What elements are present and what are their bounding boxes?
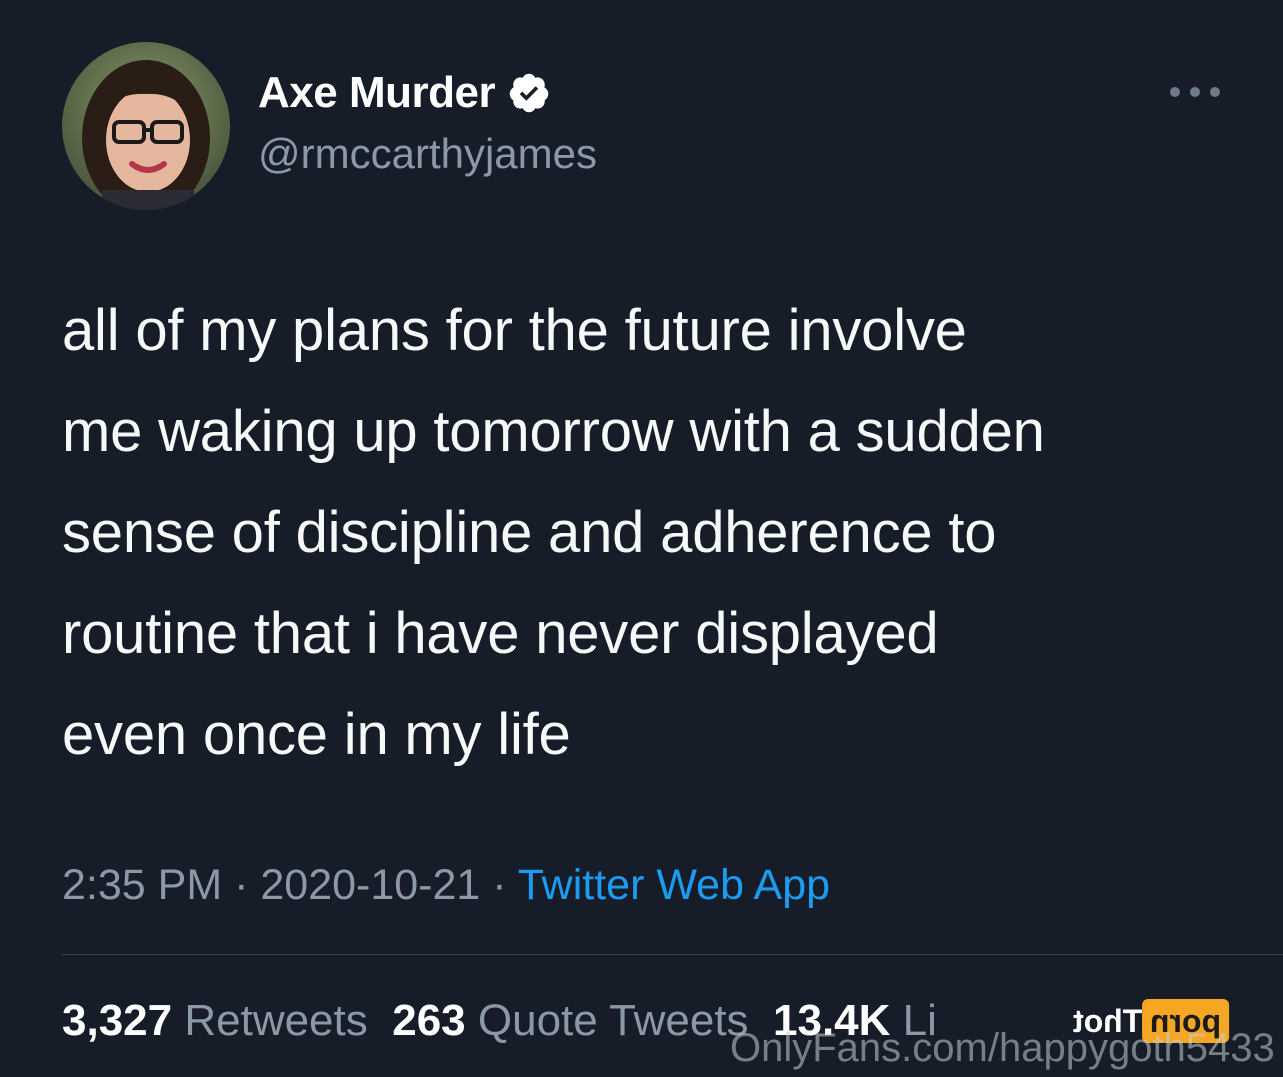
display-name-text: Axe Murder: [258, 68, 496, 117]
more-dot: [1190, 87, 1200, 97]
retweets-label: Retweets: [184, 996, 368, 1045]
more-dot: [1170, 87, 1180, 97]
retweets-count: 3,327: [62, 996, 173, 1045]
tweet-card: Axe Murder @rmccarthyjames all of my pla…: [0, 0, 1283, 1077]
quote-tweets-label: Quote Tweets: [477, 996, 749, 1045]
tweet-text: all of my plans for the future involve m…: [62, 298, 1045, 767]
avatar-image: [62, 42, 230, 210]
more-options-icon[interactable]: [1170, 80, 1220, 104]
avatar[interactable]: [62, 42, 230, 210]
tweet-source-link[interactable]: Twitter Web App: [518, 861, 830, 909]
meta-separator: ·: [222, 861, 261, 909]
tweet-metadata: 2:35 PM · 2020-10-21 · Twitter Web App: [62, 858, 830, 912]
quote-tweets-stat[interactable]: 263 Quote Tweets: [392, 996, 748, 1045]
more-dot: [1210, 87, 1220, 97]
divider: [62, 954, 1283, 955]
user-handle[interactable]: @rmccarthyjames: [258, 128, 597, 180]
quote-tweets-count: 263: [392, 996, 466, 1045]
meta-separator: ·: [480, 861, 518, 909]
tweet-date[interactable]: 2020-10-21: [260, 861, 480, 909]
retweets-stat[interactable]: 3,327 Retweets: [62, 996, 368, 1045]
watermark-url: OnlyFans.com/happygoth5433: [730, 1026, 1275, 1070]
tweet-time[interactable]: 2:35 PM: [62, 861, 222, 909]
verified-badge-icon: [507, 71, 551, 115]
display-name[interactable]: Axe Murder: [258, 66, 551, 120]
